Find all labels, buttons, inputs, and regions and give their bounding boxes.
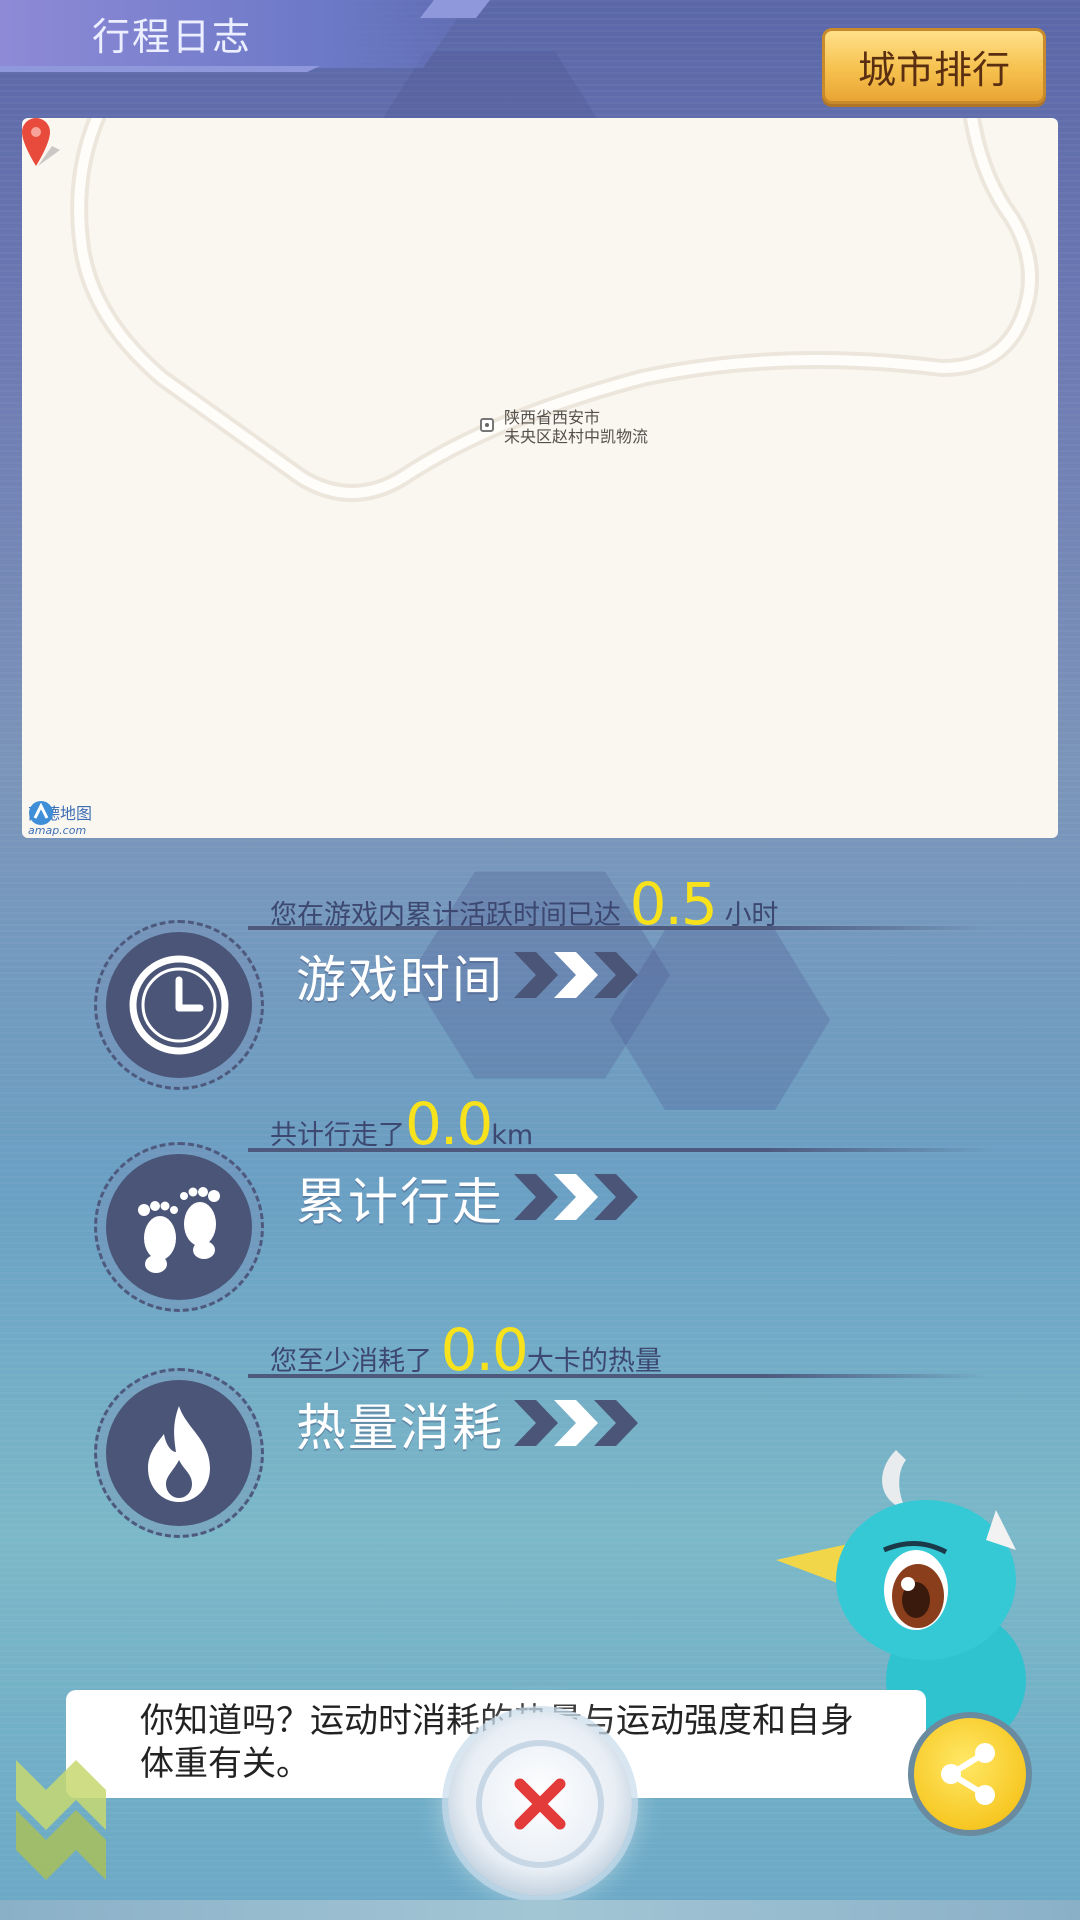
stat-icon-circle xyxy=(94,920,264,1090)
bottom-strip xyxy=(0,1900,1080,1920)
location-label: 陕西省西安市 未央区赵村中凯物流 xyxy=(504,408,648,446)
stat-unit: km xyxy=(491,1120,534,1151)
flame-icon xyxy=(148,1406,210,1502)
stat-prefix: 您至少消耗了 xyxy=(270,1346,432,1377)
stat-icon-circle xyxy=(94,1368,264,1538)
chevron-right-icon xyxy=(514,952,638,998)
stat-distance[interactable]: 共计行走了0.0km 累计行走 xyxy=(0,1090,1080,1312)
stat-label: 游戏时间 xyxy=(296,951,504,1009)
page-title: 行程日志 xyxy=(92,15,253,59)
close-icon xyxy=(514,1778,566,1830)
stat-game-time[interactable]: 您在游戏内累计活跃时间已达 0.5 小时 游戏时间 xyxy=(0,870,1080,1090)
share-icon xyxy=(941,1743,995,1805)
map-pin-icon xyxy=(22,118,60,166)
stat-icon-circle xyxy=(94,1142,264,1312)
map-roads xyxy=(70,118,1039,502)
stat-prefix: 共计行走了 xyxy=(270,1120,405,1151)
footprints-icon xyxy=(138,1187,220,1273)
poi-icon xyxy=(480,418,494,432)
clock-icon xyxy=(129,955,229,1055)
stat-label: 热量消耗 xyxy=(296,1399,504,1457)
title-bar-line xyxy=(0,66,320,72)
city-ranking-button[interactable]: 城市排行 xyxy=(822,28,1046,104)
location-line-1: 陕西省西安市 xyxy=(504,408,601,427)
stat-divider xyxy=(248,1148,988,1152)
back-chevron-icon[interactable] xyxy=(16,1760,136,1900)
stat-divider xyxy=(248,1374,988,1378)
location-line-2: 未央区赵村中凯物流 xyxy=(504,427,649,446)
map-view[interactable]: 陕西省西安市 未央区赵村中凯物流 高德地图 amap.com xyxy=(22,118,1058,838)
chevron-right-icon xyxy=(514,1174,638,1220)
amap-logo-icon xyxy=(29,801,53,825)
stat-label: 累计行走 xyxy=(296,1173,504,1231)
chevron-right-icon xyxy=(514,1400,638,1446)
share-button[interactable] xyxy=(908,1712,1032,1836)
close-button[interactable] xyxy=(448,1712,632,1896)
stat-divider xyxy=(248,926,988,930)
stat-unit: 大卡的热量 xyxy=(526,1346,662,1377)
amap-logo: 高德地图 amap.com xyxy=(28,800,92,837)
